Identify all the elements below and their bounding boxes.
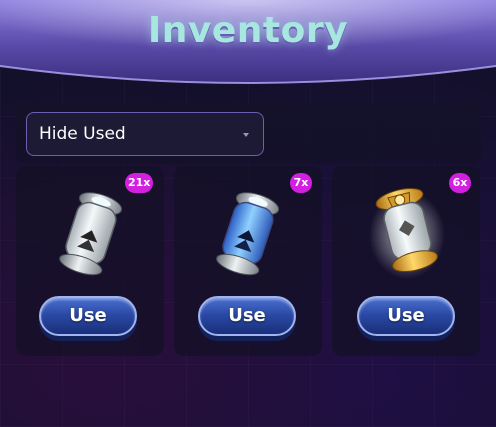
page-title: Inventory xyxy=(147,10,349,51)
header-banner: Inventory xyxy=(0,0,496,88)
chevron-down-icon xyxy=(243,133,249,137)
item-count-badge: 7x xyxy=(290,173,312,193)
filter-dropdown-value: Hide Used xyxy=(39,124,126,144)
use-button[interactable]: Use xyxy=(198,296,296,336)
use-button[interactable]: Use xyxy=(39,296,137,336)
item-count-badge: 21x xyxy=(125,173,154,193)
silver-lantern-icon xyxy=(59,192,123,276)
blue-lantern-icon xyxy=(216,192,280,276)
gold-lantern-icon xyxy=(369,188,445,279)
use-button[interactable]: Use xyxy=(357,296,455,336)
item-count-badge: 6x xyxy=(449,173,471,193)
filter-dropdown[interactable]: Hide Used xyxy=(26,112,264,156)
